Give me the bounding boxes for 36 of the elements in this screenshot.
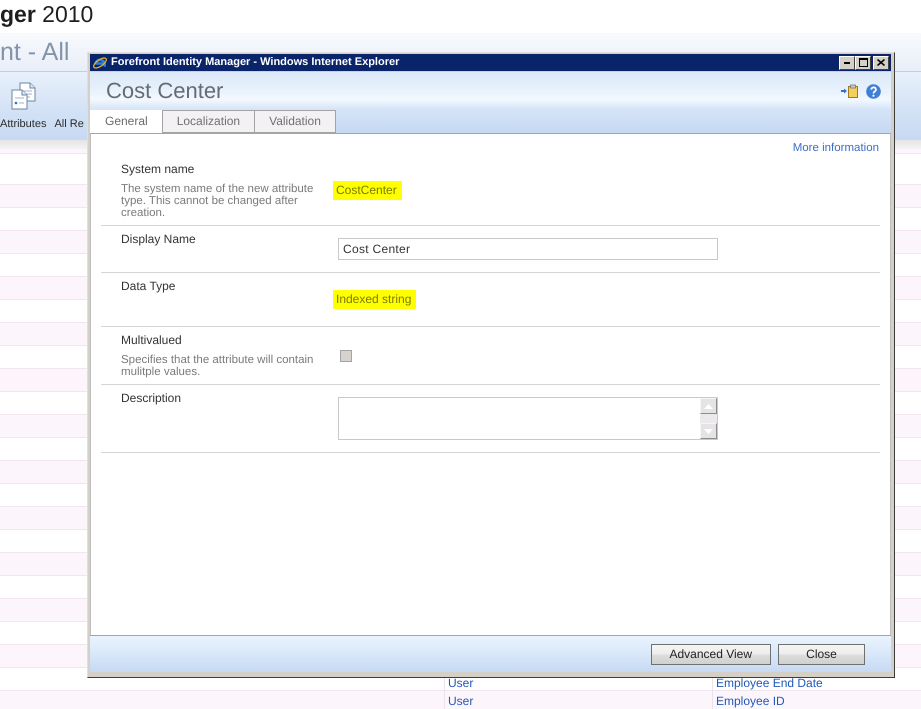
dialog-title: Cost Center (106, 78, 224, 104)
field-label: Data Type (121, 279, 176, 294)
field-label: System name (121, 162, 194, 177)
page-title: nt - All (0, 37, 70, 67)
minimize-button[interactable] (839, 56, 855, 70)
table-link[interactable]: User (448, 695, 474, 708)
table-link[interactable]: User (448, 677, 474, 690)
tab[interactable]: Localization (162, 110, 256, 133)
toolbar-button[interactable]: All Re (54, 118, 84, 131)
field-description: Specifies that the attribute will contain mulitple values. (121, 354, 314, 378)
field-label: Multivalued (121, 333, 182, 348)
field-description: The system name of the new attribute type. This cannot be changed after creation. (121, 183, 314, 219)
tab[interactable]: Validation (254, 110, 336, 133)
window-title: Forefront Identity Manager - Windows Internet Explorer (111, 55, 400, 70)
clipboard-arrow-icon[interactable] (841, 84, 858, 98)
window-close-button[interactable] (873, 56, 889, 70)
field-value: Indexed string (333, 290, 416, 309)
field-value: CostCenter (333, 181, 402, 200)
field-label: Display Name (121, 232, 196, 247)
help-icon[interactable] (866, 84, 881, 98)
documents-icon (10, 82, 36, 110)
browser-icon (92, 54, 108, 70)
dialog-button[interactable]: Close (778, 644, 865, 664)
dialog-button[interactable]: Advanced View (650, 644, 771, 664)
toolbar-button[interactable]: Attributes (0, 82, 46, 131)
minimize-icon (844, 62, 850, 64)
field-label: Description (121, 391, 182, 406)
table-link[interactable]: Employee End Date (716, 677, 823, 690)
product-title: ger 2010 (0, 0, 94, 29)
maximize-icon (858, 58, 868, 67)
maximize-button[interactable] (855, 56, 871, 70)
more-info-link[interactable]: More information (792, 141, 879, 156)
tab[interactable]: General (90, 110, 163, 133)
text-input[interactable]: Cost Center (338, 238, 718, 260)
close-icon (877, 59, 885, 66)
table-link[interactable]: Employee ID (716, 695, 785, 708)
